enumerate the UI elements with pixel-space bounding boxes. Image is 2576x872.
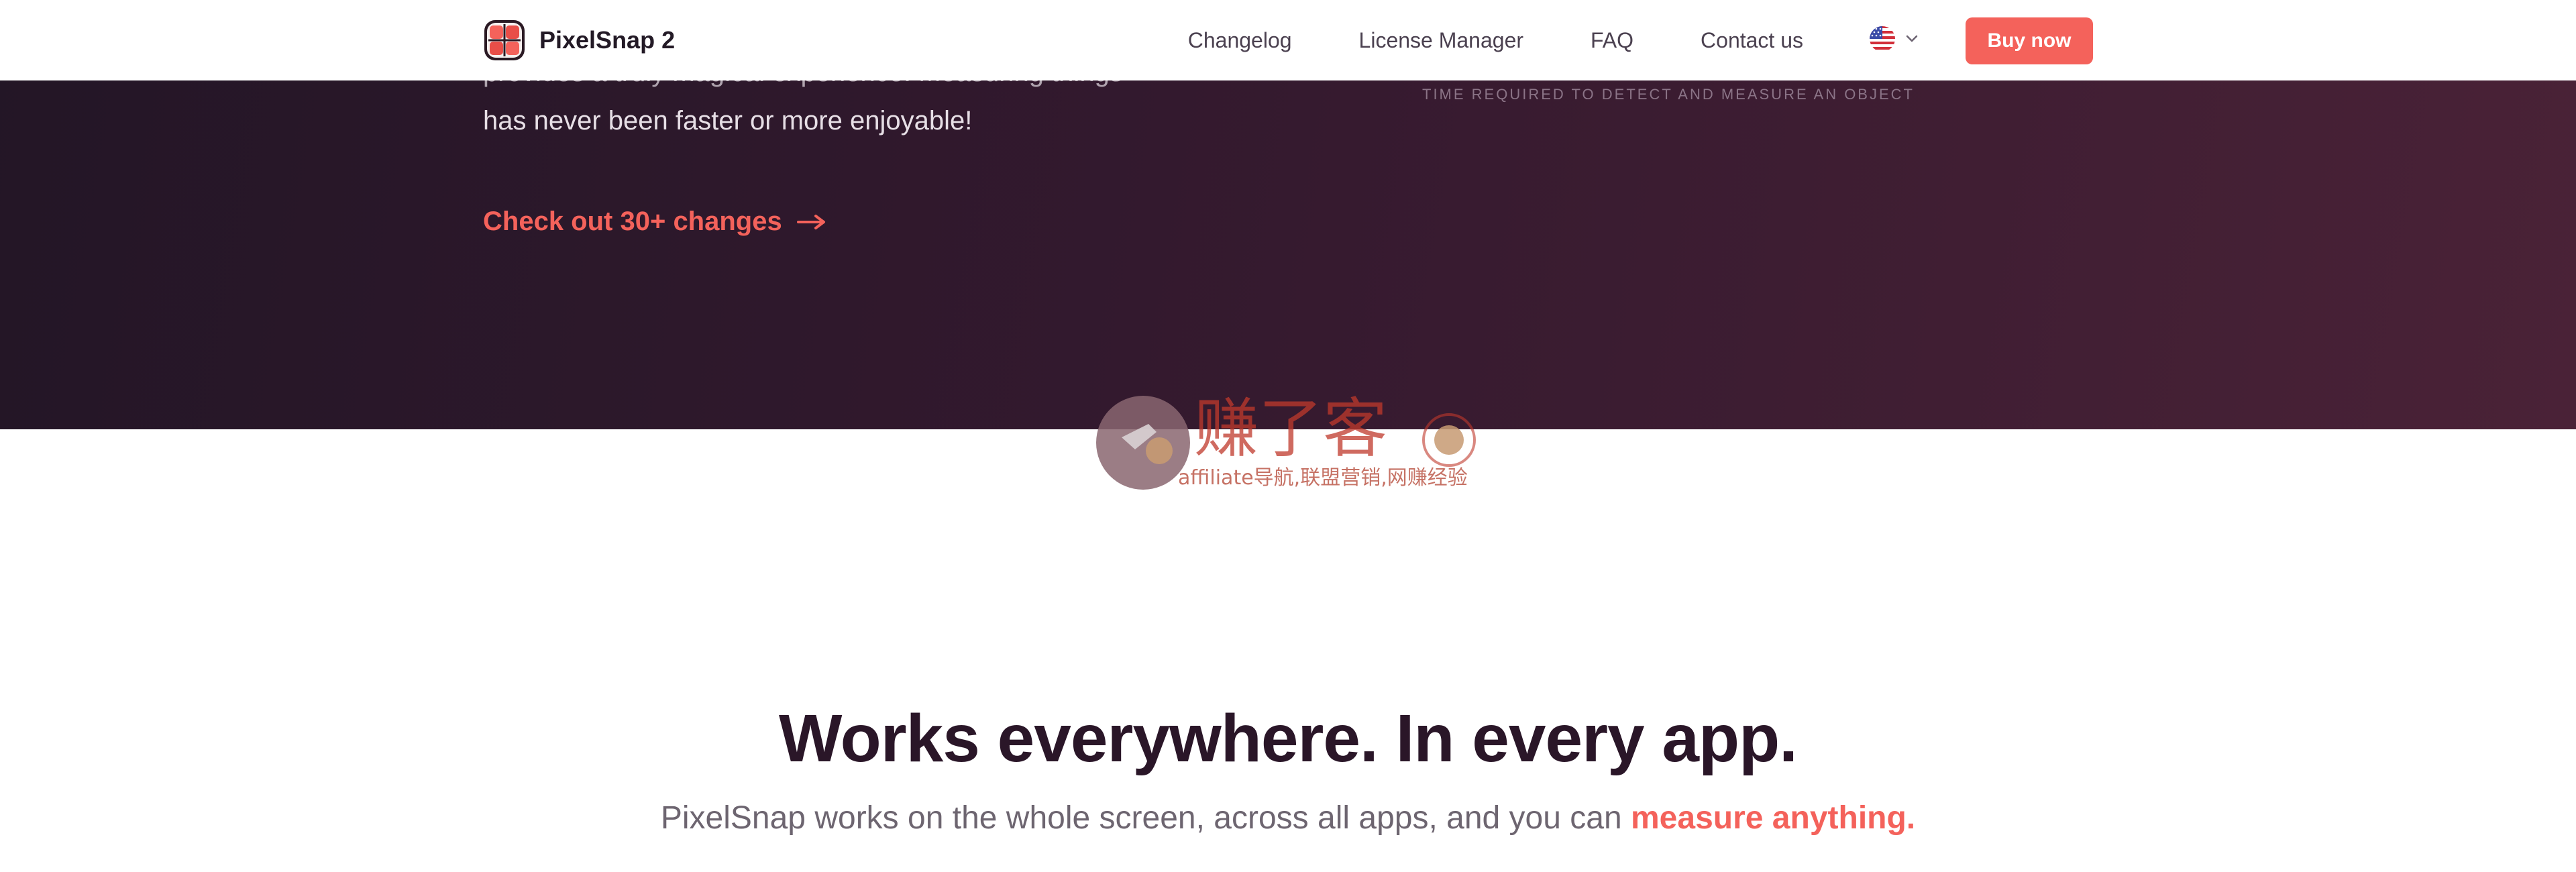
section-subtitle: PixelSnap works on the whole screen, acr… bbox=[0, 800, 2576, 836]
nav-link-contact-us[interactable]: Contact us bbox=[1701, 28, 1803, 53]
changes-link[interactable]: Check out 30+ changes bbox=[483, 207, 826, 237]
watermark-subtitle: affiliate导航,联盟营销,网赚经验 bbox=[1178, 466, 1468, 490]
section-title: Works everywhere. In every app. bbox=[779, 701, 1798, 776]
buy-now-button[interactable]: Buy now bbox=[1966, 17, 2093, 64]
brand-name: PixelSnap 2 bbox=[539, 26, 676, 54]
detect-time-caption: TIME REQUIRED TO DETECT AND MEASURE AN O… bbox=[1422, 86, 1915, 103]
nav-links: Changelog License Manager FAQ Contact us bbox=[1188, 0, 1803, 80]
us-flag-icon bbox=[1870, 26, 1895, 52]
section-subtitle-highlight: measure anything. bbox=[1631, 800, 1916, 836]
section-subtitle-text: PixelSnap works on the whole screen, acr… bbox=[660, 800, 1631, 836]
changes-link-label: Check out 30+ changes bbox=[483, 207, 782, 236]
top-navbar: PixelSnap 2 Changelog License Manager FA… bbox=[0, 0, 2576, 80]
nav-link-license-manager[interactable]: License Manager bbox=[1359, 28, 1523, 53]
nav-link-faq[interactable]: FAQ bbox=[1591, 28, 1633, 53]
language-switcher[interactable] bbox=[1869, 25, 1919, 52]
arrow-right-icon bbox=[796, 214, 825, 229]
nav-link-changelog[interactable]: Changelog bbox=[1188, 28, 1292, 53]
brand-home-link[interactable]: PixelSnap 2 bbox=[483, 19, 675, 62]
hero-description-line-2: has never been faster or more enjoyable! bbox=[483, 106, 973, 135]
pixelsnap-logo-icon bbox=[484, 20, 525, 60]
chevron-down-icon bbox=[1906, 35, 1918, 42]
